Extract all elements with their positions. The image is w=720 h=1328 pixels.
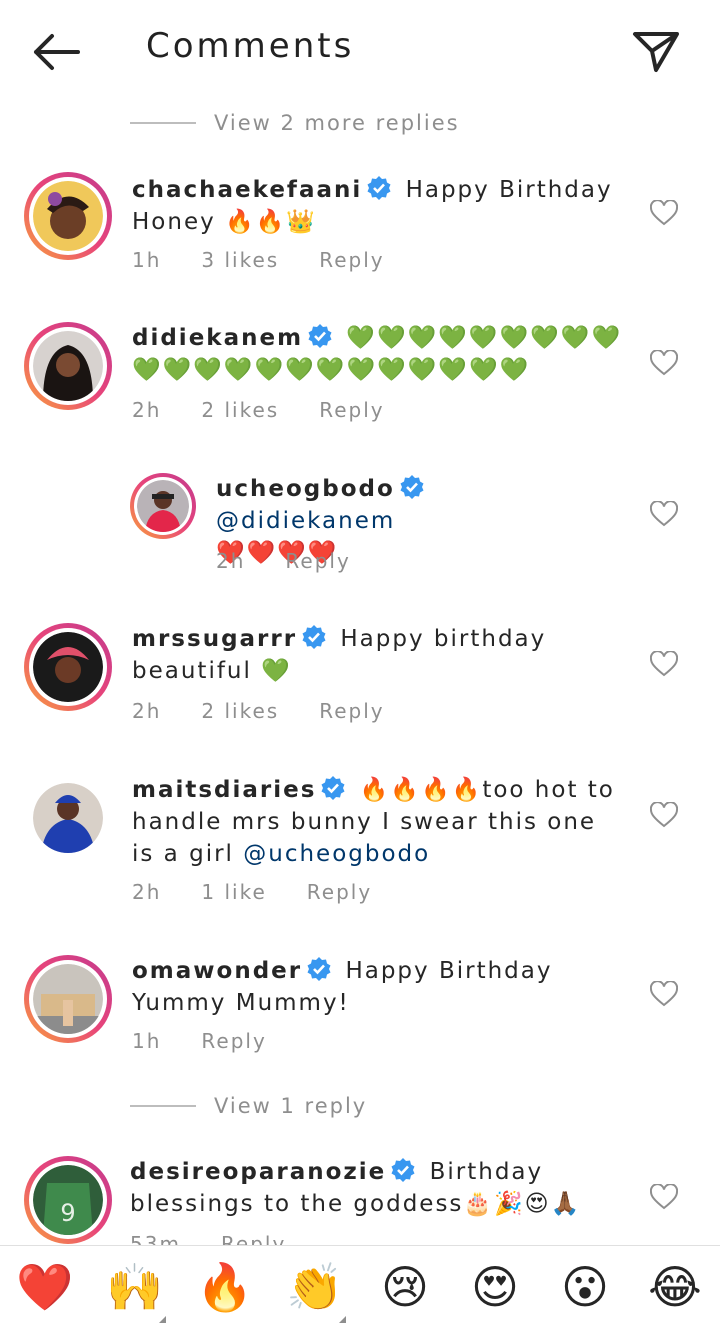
comment-username[interactable]: chachaekefaani: [132, 177, 362, 203]
mention-link[interactable]: @didiekanem: [216, 508, 395, 534]
page-title: Comments: [146, 26, 355, 66]
verified-badge-icon: [400, 475, 424, 499]
like-heart-icon[interactable]: [650, 350, 678, 376]
emoji-laughing-button[interactable]: 😂: [640, 1259, 710, 1315]
emoji-fire-button[interactable]: 🔥: [190, 1259, 260, 1315]
emoji-heart-button[interactable]: ❤️: [10, 1259, 80, 1315]
comment-time: 2h: [132, 699, 162, 723]
svg-text:9: 9: [60, 1199, 75, 1227]
comment-meta: 2h 2 likes Reply: [132, 398, 425, 422]
mention-link[interactable]: @ucheogbodo: [243, 841, 430, 867]
comment-username[interactable]: mrssugarrr: [132, 626, 297, 652]
skin-tone-indicator-icon: [339, 1316, 346, 1323]
header: Comments: [0, 0, 720, 100]
avatar[interactable]: [130, 473, 196, 539]
like-heart-icon[interactable]: [650, 802, 678, 828]
avatar-photo: [33, 632, 103, 702]
emoji-crying-button[interactable]: 😢: [370, 1259, 440, 1315]
reply-divider: [130, 1105, 196, 1107]
comment-time: 2h: [216, 549, 246, 573]
comment-meta: 2h 1 like Reply: [132, 880, 412, 904]
comment-body: desireoparanozie Birthday blessings to t…: [130, 1156, 630, 1220]
verified-badge-icon: [307, 957, 331, 981]
comment-username[interactable]: maitsdiaries: [132, 777, 316, 803]
avatar-photo: [33, 964, 103, 1034]
reply-button[interactable]: Reply: [319, 248, 384, 272]
comment-username[interactable]: ucheogbodo: [216, 476, 395, 502]
comment-time: 1h: [132, 1029, 162, 1053]
verified-badge-icon: [321, 776, 345, 800]
reply-button[interactable]: Reply: [307, 880, 372, 904]
emoji-heart-eyes-button[interactable]: 😍: [460, 1259, 530, 1315]
comment-likes[interactable]: 3 likes: [201, 248, 279, 272]
send-icon[interactable]: [630, 26, 682, 76]
avatar[interactable]: [24, 623, 112, 711]
comment-username[interactable]: didiekanem: [132, 325, 303, 351]
avatar[interactable]: 9: [24, 1156, 112, 1244]
emoji-reaction-bar: ❤️ 🙌 🔥 👏 😢 😍 😮 😂: [0, 1245, 720, 1328]
avatar-photo: [33, 331, 103, 401]
comment-time: 53m: [130, 1232, 181, 1245]
avatar[interactable]: [24, 955, 112, 1043]
verified-badge-icon: [391, 1158, 415, 1182]
like-heart-icon[interactable]: [650, 981, 678, 1007]
avatar[interactable]: [24, 322, 112, 410]
reply-button[interactable]: Reply: [319, 699, 384, 723]
comment-username[interactable]: omawonder: [132, 958, 302, 984]
comment-time: 1h: [132, 248, 162, 272]
avatar-photo: 9: [33, 1165, 103, 1235]
comment-body: mrssugarrr Happy birthday beautiful 💚: [132, 623, 632, 687]
comment-meta: 2h Reply: [216, 549, 391, 573]
reply-button[interactable]: Reply: [201, 1029, 266, 1053]
verified-badge-icon: [302, 625, 326, 649]
comment-meta: 1h 3 likes Reply: [132, 248, 425, 272]
view-replies[interactable]: View 1 reply: [130, 1091, 367, 1121]
reply-button[interactable]: Reply: [285, 549, 350, 573]
view-more-replies-label: View 2 more replies: [214, 111, 460, 135]
avatar-photo: [33, 783, 103, 853]
avatar[interactable]: [24, 172, 112, 260]
like-heart-icon[interactable]: [650, 501, 678, 527]
like-heart-icon[interactable]: [650, 200, 678, 226]
avatar-photo: [33, 181, 103, 251]
comment-row: 9 desireoparanozie Birthday blessings to…: [0, 1156, 720, 1245]
like-heart-icon[interactable]: [650, 1184, 678, 1210]
comment-body: didiekanem 💚💚💚💚💚💚💚💚💚💚💚💚💚💚💚💚💚💚💚💚💚💚: [132, 322, 632, 386]
reply-button[interactable]: Reply: [319, 398, 384, 422]
verified-badge-icon: [367, 176, 391, 200]
reply-button[interactable]: Reply: [221, 1232, 286, 1245]
comment-meta: 2h 2 likes Reply: [132, 699, 425, 723]
comment-meta: 53m Reply: [130, 1232, 326, 1245]
reply-divider: [130, 122, 196, 124]
verified-badge-icon: [308, 324, 332, 348]
view-more-replies[interactable]: View 2 more replies: [130, 108, 460, 138]
comment-likes[interactable]: 1 like: [201, 880, 266, 904]
avatar-photo: [137, 480, 189, 532]
avatar[interactable]: [24, 774, 112, 862]
comment-time: 2h: [132, 880, 162, 904]
emoji-raised-hands-icon: 🙌: [106, 1260, 164, 1314]
comment-body: omawonder Happy Birthday Yummy Mummy!: [132, 955, 632, 1019]
back-arrow-icon[interactable]: [30, 30, 82, 74]
comment-body: maitsdiaries 🔥🔥🔥🔥too hot to handle mrs b…: [132, 774, 622, 870]
comment-meta: 1h Reply: [132, 1029, 307, 1053]
emoji-surprised-button[interactable]: 😮: [550, 1259, 620, 1315]
emoji-clap-icon: 👏: [286, 1260, 344, 1314]
comment-username[interactable]: desireoparanozie: [130, 1159, 386, 1185]
emoji-raised-hands-button[interactable]: 🙌: [100, 1259, 170, 1323]
comment-likes[interactable]: 2 likes: [201, 699, 279, 723]
skin-tone-indicator-icon: [159, 1316, 166, 1323]
comment-likes[interactable]: 2 likes: [201, 398, 279, 422]
emoji-clap-button[interactable]: 👏: [280, 1259, 350, 1323]
comment-body: chachaekefaani Happy Birthday Honey 🔥🔥👑: [132, 174, 632, 238]
like-heart-icon[interactable]: [650, 651, 678, 677]
comment-time: 2h: [132, 398, 162, 422]
view-replies-label: View 1 reply: [214, 1094, 368, 1118]
